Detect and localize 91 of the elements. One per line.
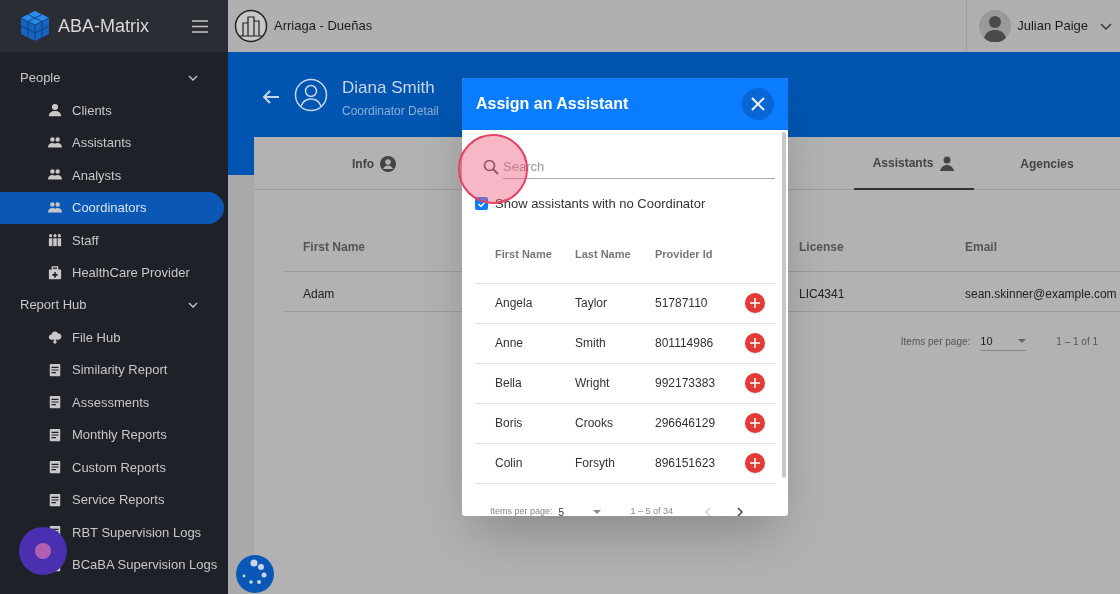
scrollbar[interactable] bbox=[782, 132, 786, 478]
chevron-down-icon bbox=[1100, 22, 1112, 30]
person-name: Diana Smith bbox=[342, 78, 436, 98]
medical-kit-icon bbox=[48, 265, 62, 280]
sidebar-item[interactable]: Similarity Report bbox=[0, 353, 224, 386]
page-size-select[interactable]: 5 bbox=[558, 504, 601, 516]
column-header: Provider Id bbox=[655, 246, 714, 262]
column-header: Last Name bbox=[575, 246, 632, 262]
items-per-page-label: Items per page: bbox=[490, 505, 553, 516]
sidebar-item[interactable]: Analysts bbox=[0, 159, 224, 192]
close-button[interactable] bbox=[742, 88, 774, 120]
table-cell-text: 296646129 bbox=[655, 415, 717, 432]
tab[interactable]: Assistants bbox=[854, 137, 974, 190]
tab[interactable]: Agencies bbox=[974, 137, 1120, 190]
table-cell-text: Anne bbox=[495, 335, 525, 352]
group-icon bbox=[48, 200, 62, 215]
table-cell-text: Wright bbox=[575, 375, 611, 392]
loading-dots-icon[interactable] bbox=[235, 554, 275, 594]
document-icon bbox=[48, 492, 62, 507]
plus-icon bbox=[749, 337, 761, 349]
sidebar-item[interactable]: Staff bbox=[0, 224, 224, 257]
sidebar-item[interactable]: File Hub bbox=[0, 321, 224, 354]
sidebar-section-header[interactable]: People bbox=[0, 62, 228, 94]
avatar-icon bbox=[979, 10, 1012, 42]
page-range: 1 – 5 of 34 bbox=[630, 505, 674, 516]
table-cell-text: Angela bbox=[495, 295, 534, 312]
table-cell-text: Colin bbox=[495, 455, 524, 472]
add-button[interactable] bbox=[745, 373, 765, 393]
dropdown-caret-icon bbox=[592, 510, 601, 514]
plus-icon bbox=[749, 377, 761, 389]
dropdown-caret-icon bbox=[1018, 339, 1027, 344]
sidebar-item[interactable]: Monthly Reports bbox=[0, 418, 224, 451]
sidebar-section-header[interactable]: Report Hub bbox=[0, 289, 228, 321]
page-range: 1 – 1 of 1 bbox=[1056, 335, 1098, 350]
person-icon bbox=[939, 154, 956, 171]
logo-cube-icon bbox=[20, 10, 50, 42]
sidebar-item[interactable]: Assessments bbox=[0, 386, 224, 419]
table-cell-text: 801114986 bbox=[655, 335, 715, 352]
user-circle-icon bbox=[294, 78, 328, 112]
sidebar-item[interactable]: HealthCare Provider bbox=[0, 256, 224, 289]
group-icon bbox=[48, 135, 62, 150]
plus-icon bbox=[749, 297, 761, 309]
person-icon bbox=[48, 103, 62, 118]
sidebar-item[interactable]: Clients bbox=[0, 94, 224, 127]
column-header: License bbox=[799, 239, 844, 256]
table-cell-text: Bella bbox=[495, 375, 523, 392]
table-cell-text: Smith bbox=[575, 335, 607, 352]
column-header: First Name bbox=[303, 239, 366, 256]
cloud-download-icon bbox=[48, 330, 62, 345]
dialog-title: Assign an Assistant bbox=[476, 94, 630, 114]
table-cell-text: 896151623 bbox=[655, 455, 717, 472]
back-arrow-icon[interactable] bbox=[262, 90, 280, 104]
document-icon bbox=[48, 460, 62, 475]
app-name: ABA-Matrix bbox=[58, 14, 150, 38]
table-cell-text: 992173383 bbox=[655, 375, 717, 392]
page-size-select[interactable]: 10 bbox=[980, 333, 1027, 351]
next-page-icon[interactable] bbox=[737, 507, 744, 516]
table-cell-text: LIC4341 bbox=[799, 286, 845, 303]
add-button[interactable] bbox=[745, 413, 765, 433]
table-cell-text: Boris bbox=[495, 415, 524, 432]
column-header: Email bbox=[965, 239, 997, 256]
checkbox[interactable] bbox=[475, 197, 488, 211]
add-button[interactable] bbox=[745, 453, 765, 473]
table-cell-text: sean.skinner@example.com bbox=[965, 286, 1117, 303]
sidebar-item[interactable]: Service Reports bbox=[0, 483, 224, 516]
checkbox-label[interactable]: Show assistants with no Coordinator bbox=[495, 194, 706, 214]
building-logo-icon bbox=[234, 9, 268, 43]
plus-icon bbox=[749, 417, 761, 429]
menu-icon[interactable] bbox=[192, 19, 208, 33]
sidebar-item[interactable]: Assistants bbox=[0, 126, 224, 159]
add-button[interactable] bbox=[745, 293, 765, 313]
document-icon bbox=[48, 427, 62, 442]
sidebar-item[interactable]: Custom Reports bbox=[0, 451, 224, 484]
plus-icon bbox=[749, 457, 761, 469]
close-icon bbox=[751, 97, 765, 111]
add-button[interactable] bbox=[745, 333, 765, 353]
sidebar-item[interactable]: Coordinators bbox=[0, 191, 224, 224]
page-subtitle: Coordinator Detail bbox=[342, 103, 439, 120]
organization-name: Arriaga - Dueñas bbox=[274, 17, 374, 36]
table-cell-text: 51787110 bbox=[655, 295, 709, 312]
items-per-page-label: Items per page: bbox=[900, 335, 971, 350]
table-cell-text: Adam bbox=[303, 286, 335, 303]
table-cell-text: Crooks bbox=[575, 415, 614, 432]
user-circle-icon bbox=[380, 155, 396, 172]
column-header: First Name bbox=[495, 246, 553, 262]
search-icon bbox=[483, 159, 499, 175]
table-cell-text: Taylor bbox=[575, 295, 608, 312]
document-icon bbox=[48, 395, 62, 410]
table-cell-text: Forsyth bbox=[575, 455, 616, 472]
document-icon bbox=[48, 362, 62, 377]
people-icon bbox=[48, 233, 62, 248]
